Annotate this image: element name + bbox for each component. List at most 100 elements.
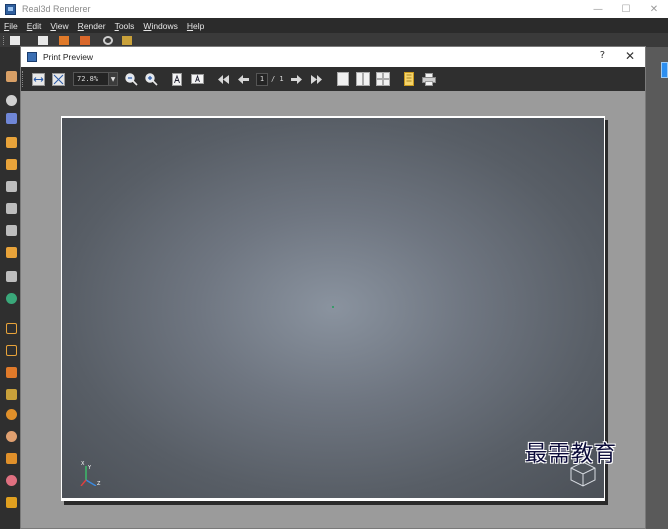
- drop-tool-icon[interactable]: [6, 497, 17, 508]
- sun-tool-icon[interactable]: [6, 409, 17, 420]
- page-total-label: / 1: [271, 75, 284, 83]
- menu-view[interactable]: View: [50, 21, 68, 31]
- frame-tool-2-icon[interactable]: [6, 345, 17, 356]
- fit-width-button[interactable]: [31, 72, 45, 86]
- chevron-down-icon: ▼: [110, 75, 116, 83]
- menu-tools[interactable]: Tools: [115, 21, 135, 31]
- dots-tool-icon[interactable]: [6, 389, 17, 400]
- page-setup-button[interactable]: [402, 72, 416, 86]
- dialog-close-button[interactable]: ✕: [625, 49, 635, 63]
- zoom-in-icon: [144, 72, 158, 86]
- facing-pages-button[interactable]: [355, 72, 370, 86]
- fit-page-button[interactable]: [51, 72, 65, 86]
- last-page-button[interactable]: [310, 72, 324, 86]
- ball-tool-icon[interactable]: [6, 431, 17, 442]
- previous-page-button[interactable]: [236, 72, 250, 86]
- window-controls: — ☐ ✕: [584, 0, 668, 18]
- printer-icon: [421, 72, 436, 86]
- page-setup-icon: [403, 72, 414, 86]
- menubar: File Edit View Render Tools Windows Help: [0, 18, 668, 33]
- page-number-input[interactable]: 1: [256, 72, 268, 86]
- left-tool-strip: [0, 47, 20, 529]
- zoom-out-button[interactable]: [124, 72, 138, 86]
- open-document-icon[interactable]: [38, 36, 48, 45]
- menu-view-label: iew: [55, 20, 69, 31]
- menu-windows-label: indows: [151, 20, 178, 31]
- axis-z-label: Z: [97, 481, 101, 486]
- close-window-button[interactable]: ✕: [640, 0, 668, 18]
- print-preview-toolbar: 72.8% ▼ 1 / 1: [21, 67, 645, 91]
- frame-tool-icon[interactable]: [6, 323, 17, 334]
- app-window: Real3d Renderer — ☐ ✕ File Edit View Ren…: [0, 0, 668, 529]
- app-logo-icon: [5, 3, 16, 15]
- landscape-button[interactable]: [190, 72, 204, 86]
- arrow-left-icon: [237, 74, 249, 84]
- fit-width-icon: [31, 72, 45, 86]
- toolbar-grip[interactable]: [22, 71, 25, 87]
- portrait-icon: [172, 72, 182, 86]
- print-button[interactable]: [421, 72, 436, 86]
- refresh-icon[interactable]: [103, 36, 113, 45]
- rendered-viewport-image: Y X Z: [62, 118, 604, 498]
- plane-tool-3-icon[interactable]: [6, 225, 17, 236]
- dialog-title: Print Preview: [43, 52, 94, 62]
- sphere-tool-icon[interactable]: [6, 71, 17, 82]
- stack-tool-icon[interactable]: [6, 367, 17, 378]
- fit-page-icon: [51, 72, 65, 86]
- toolbar-grip[interactable]: [3, 36, 6, 45]
- minimize-button[interactable]: —: [584, 0, 612, 18]
- zoom-in-button[interactable]: [144, 72, 158, 86]
- cone-tool-icon[interactable]: [6, 113, 17, 124]
- dialog-titlebar: Print Preview ? ✕: [21, 47, 645, 67]
- right-dock-tab[interactable]: [661, 62, 668, 78]
- zoom-dropdown-button[interactable]: ▼: [109, 72, 118, 86]
- first-page-button[interactable]: [216, 72, 230, 86]
- menu-file[interactable]: File: [4, 21, 18, 31]
- right-side-panel: [646, 47, 668, 529]
- menu-help-label: elp: [193, 20, 205, 31]
- app-title: Real3d Renderer: [22, 4, 91, 14]
- menu-edit-label: dit: [32, 20, 42, 31]
- app-titlebar: Real3d Renderer — ☐ ✕: [0, 0, 668, 18]
- menu-render[interactable]: Render: [78, 21, 106, 31]
- last-page-icon: [311, 74, 323, 84]
- plane-tool-icon[interactable]: [6, 181, 17, 192]
- zoom-input[interactable]: 72.8%: [73, 72, 109, 86]
- plane-tool-2-icon[interactable]: [6, 203, 17, 214]
- menu-tools-label: ools: [118, 20, 135, 31]
- axis-x-label: X: [81, 461, 85, 467]
- overview-pages-button[interactable]: [375, 72, 390, 86]
- watermark-text: 最需教育: [525, 442, 618, 467]
- point-tool-icon[interactable]: [6, 95, 17, 106]
- scene-icon[interactable]: [80, 36, 90, 45]
- landscape-icon: [190, 74, 204, 84]
- grid-pages-icon: [375, 72, 390, 86]
- box-tool-icon[interactable]: [6, 137, 17, 148]
- material-icon[interactable]: [59, 36, 69, 45]
- single-page-button[interactable]: [336, 72, 350, 86]
- axis-y-label: Y: [87, 465, 92, 471]
- new-document-icon[interactable]: [10, 36, 20, 45]
- box-tool-2-icon[interactable]: [6, 159, 17, 170]
- zoom-out-icon: [124, 72, 138, 86]
- menu-file-label: ile: [9, 20, 18, 31]
- menu-render-label: ender: [83, 20, 106, 31]
- maximize-button[interactable]: ☐: [612, 0, 640, 18]
- facing-pages-icon: [355, 72, 370, 86]
- portrait-button[interactable]: [170, 72, 184, 86]
- main-toolbar: [0, 33, 668, 47]
- globe-tool-icon[interactable]: [6, 293, 17, 304]
- pill-tool-icon[interactable]: [6, 475, 17, 486]
- branch-tool-icon[interactable]: [6, 453, 17, 464]
- plane-tool-4-icon[interactable]: [6, 271, 17, 282]
- first-page-icon: [217, 74, 229, 84]
- folder-icon[interactable]: [122, 36, 132, 45]
- box-tool-3-icon[interactable]: [6, 247, 17, 258]
- dialog-app-icon: [27, 52, 37, 62]
- dialog-help-button[interactable]: ?: [600, 50, 605, 61]
- menu-help[interactable]: Help: [187, 21, 204, 31]
- next-page-button[interactable]: [290, 72, 304, 86]
- menu-windows[interactable]: Windows: [143, 21, 178, 31]
- menu-edit[interactable]: Edit: [27, 21, 42, 31]
- scene-origin-marker: [332, 306, 334, 308]
